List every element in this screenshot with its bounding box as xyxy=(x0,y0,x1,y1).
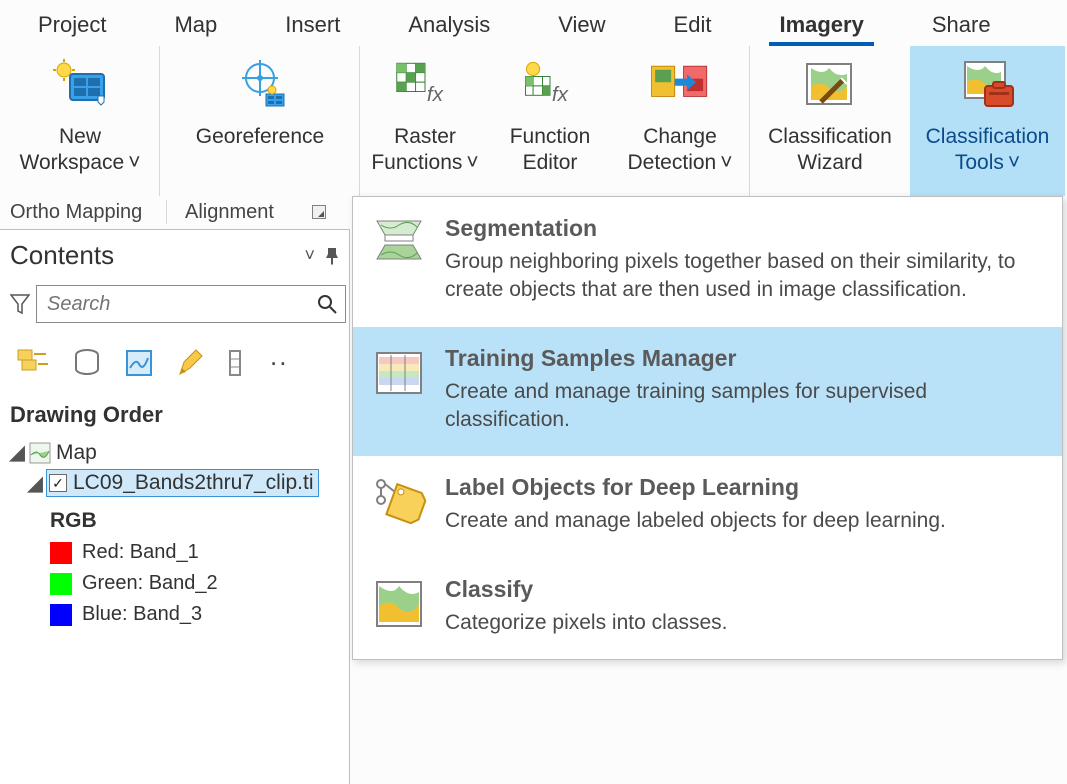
list-by-editing-icon[interactable] xyxy=(176,348,206,378)
chevron-down-icon: ˅ xyxy=(1008,151,1020,174)
classification-wizard-button[interactable]: ClassificationWizard xyxy=(750,46,910,196)
menu-item-desc: Group neighboring pixels together based … xyxy=(445,248,1042,305)
new-workspace-icon xyxy=(48,54,112,114)
tab-edit[interactable]: Edit xyxy=(640,6,746,46)
tab-analysis[interactable]: Analysis xyxy=(374,6,524,46)
layer-selected[interactable]: ✓ LC09_Bands2thru7_clip.ti xyxy=(46,469,319,497)
tab-view[interactable]: View xyxy=(524,6,639,46)
band-green-label: Green: Band_2 xyxy=(82,572,218,595)
tab-map[interactable]: Map xyxy=(140,6,251,46)
list-by-data-source-icon[interactable] xyxy=(72,348,102,378)
rgb-heading: RGB xyxy=(50,509,343,533)
raster-functions-button[interactable]: fx RasterFunctions˅ xyxy=(360,46,490,196)
collapse-icon[interactable]: ◢ xyxy=(10,440,24,465)
layer-visibility-checkbox[interactable]: ✓ xyxy=(49,474,67,492)
label-objects-icon xyxy=(371,474,427,530)
group-label-alignment: Alignment xyxy=(175,201,284,224)
tree-layer-row[interactable]: ◢ ✓ LC09_Bands2thru7_clip.ti xyxy=(28,467,343,499)
menu-item-desc: Categorize pixels into classes. xyxy=(445,609,1042,637)
function-editor-button[interactable]: fx FunctionEditor xyxy=(490,46,610,196)
classification-tools-button[interactable]: ClassificationTools˅ xyxy=(910,46,1065,196)
tab-project[interactable]: Project xyxy=(4,6,140,46)
menu-item-title: Segmentation xyxy=(445,215,1042,242)
chevron-down-icon[interactable]: ˅ xyxy=(304,245,315,266)
raster-functions-icon: fx xyxy=(393,54,457,114)
dialog-launcher-icon[interactable] xyxy=(312,205,326,219)
collapse-icon[interactable]: ◢ xyxy=(28,471,42,496)
band-blue-label: Blue: Band_3 xyxy=(82,603,202,626)
segmentation-icon xyxy=(371,215,427,271)
classification-wizard-icon xyxy=(798,54,862,114)
menu-item-classify[interactable]: Classify Categorize pixels into classes. xyxy=(353,558,1062,659)
change-detection-icon xyxy=(648,54,712,114)
function-editor-label: FunctionEditor xyxy=(510,124,591,177)
new-workspace-button[interactable]: NewWorkspace˅ xyxy=(0,46,160,196)
menu-item-segmentation[interactable]: Segmentation Group neighboring pixels to… xyxy=(353,197,1062,327)
layer-name: LC09_Bands2thru7_clip.ti xyxy=(73,471,314,495)
map-label: Map xyxy=(56,441,97,465)
tab-insert[interactable]: Insert xyxy=(251,6,374,46)
georeference-icon xyxy=(228,54,292,114)
menu-item-training-samples[interactable]: Training Samples Manager Create and mana… xyxy=(353,327,1062,457)
map-icon xyxy=(28,441,52,465)
classify-icon xyxy=(371,576,427,632)
classification-wizard-label: ClassificationWizard xyxy=(768,124,892,177)
band-red-label: Red: Band_1 xyxy=(82,541,199,564)
list-by-selection-icon[interactable] xyxy=(124,348,154,378)
chevron-down-icon: ˅ xyxy=(466,151,478,174)
tree-map-row[interactable]: ◢ Map xyxy=(10,438,343,467)
menu-item-title: Classify xyxy=(445,576,1042,603)
contents-search[interactable] xyxy=(36,285,346,323)
menu-item-title: Training Samples Manager xyxy=(445,345,1042,372)
new-workspace-label: NewWorkspace˅ xyxy=(20,124,141,177)
ribbon: NewWorkspace˅ xyxy=(0,46,1067,196)
search-icon[interactable] xyxy=(317,294,337,314)
svg-text:fx: fx xyxy=(552,83,569,106)
pin-icon[interactable] xyxy=(325,247,339,265)
blue-swatch-icon xyxy=(50,604,72,626)
tab-imagery[interactable]: Imagery xyxy=(745,6,897,46)
band-row-red: Red: Band_1 xyxy=(50,541,343,564)
band-row-blue: Blue: Band_3 xyxy=(50,603,343,626)
red-swatch-icon xyxy=(50,542,72,564)
tab-share[interactable]: Share xyxy=(898,6,1025,46)
georeference-label: Georeference xyxy=(196,124,324,150)
filter-icon[interactable] xyxy=(10,292,30,316)
drawing-order-heading: Drawing Order xyxy=(10,402,343,428)
menu-item-desc: Create and manage training samples for s… xyxy=(445,378,1042,435)
svg-text:fx: fx xyxy=(427,83,444,106)
list-by-snapping-icon[interactable] xyxy=(228,348,248,378)
search-input[interactable] xyxy=(45,292,317,317)
classification-tools-label: ClassificationTools˅ xyxy=(926,124,1050,177)
function-editor-icon: fx xyxy=(518,54,582,114)
chevron-down-icon: ˅ xyxy=(720,151,732,174)
menu-item-desc: Create and manage labeled objects for de… xyxy=(445,507,1042,535)
change-detection-label: ChangeDetection˅ xyxy=(628,124,733,177)
contents-pane: Contents ˅ xyxy=(0,229,350,784)
menu-item-title: Label Objects for Deep Learning xyxy=(445,474,1042,501)
classification-tools-icon xyxy=(956,54,1020,114)
group-label-ortho-mapping: Ortho Mapping xyxy=(0,201,158,224)
training-samples-icon xyxy=(371,345,427,401)
menu-item-label-objects[interactable]: Label Objects for Deep Learning Create a… xyxy=(353,456,1062,557)
overflow-icon[interactable]: .. xyxy=(270,341,288,378)
georeference-button[interactable]: Georeference xyxy=(160,46,360,196)
change-detection-button[interactable]: ChangeDetection˅ xyxy=(610,46,750,196)
classification-tools-menu: Segmentation Group neighboring pixels to… xyxy=(352,196,1063,660)
contents-title: Contents xyxy=(10,240,114,271)
list-by-drawing-order-icon[interactable] xyxy=(16,348,50,378)
green-swatch-icon xyxy=(50,573,72,595)
raster-functions-label: RasterFunctions˅ xyxy=(371,124,478,177)
ribbon-tabstrip: Project Map Insert Analysis View Edit Im… xyxy=(0,0,1067,46)
band-row-green: Green: Band_2 xyxy=(50,572,343,595)
chevron-down-icon: ˅ xyxy=(128,151,140,174)
